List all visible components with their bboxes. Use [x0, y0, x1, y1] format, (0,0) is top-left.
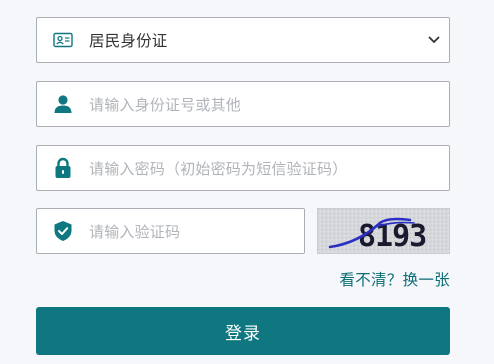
id-number-placeholder: 请输入身份证号或其他 — [89, 95, 242, 114]
captcha-text: 8193 — [358, 219, 426, 254]
captcha-placeholder: 请输入验证码 — [89, 222, 181, 241]
id-card-icon — [37, 18, 89, 62]
chevron-down-icon — [427, 31, 441, 49]
password-placeholder: 请输入密码（初始密码为短信验证码） — [89, 159, 348, 178]
captcha-image[interactable]: 8193 — [317, 208, 450, 254]
user-icon — [37, 82, 89, 126]
login-form: 居民身份证 请输入身份证号或其他 请输入密码（初始密码为短信验证码） 请输入验证… — [0, 0, 494, 364]
password-field[interactable]: 请输入密码（初始密码为短信验证码） — [36, 145, 450, 191]
id-type-value: 居民身份证 — [89, 32, 168, 50]
id-type-select[interactable]: 居民身份证 — [36, 17, 450, 63]
shield-check-icon — [37, 209, 89, 253]
lock-icon — [37, 146, 89, 190]
login-button[interactable]: 登录 — [36, 307, 450, 355]
id-number-field[interactable]: 请输入身份证号或其他 — [36, 81, 450, 127]
captcha-field[interactable]: 请输入验证码 — [36, 208, 305, 254]
refresh-captcha-link[interactable]: 看不清？换一张 — [0, 268, 450, 290]
